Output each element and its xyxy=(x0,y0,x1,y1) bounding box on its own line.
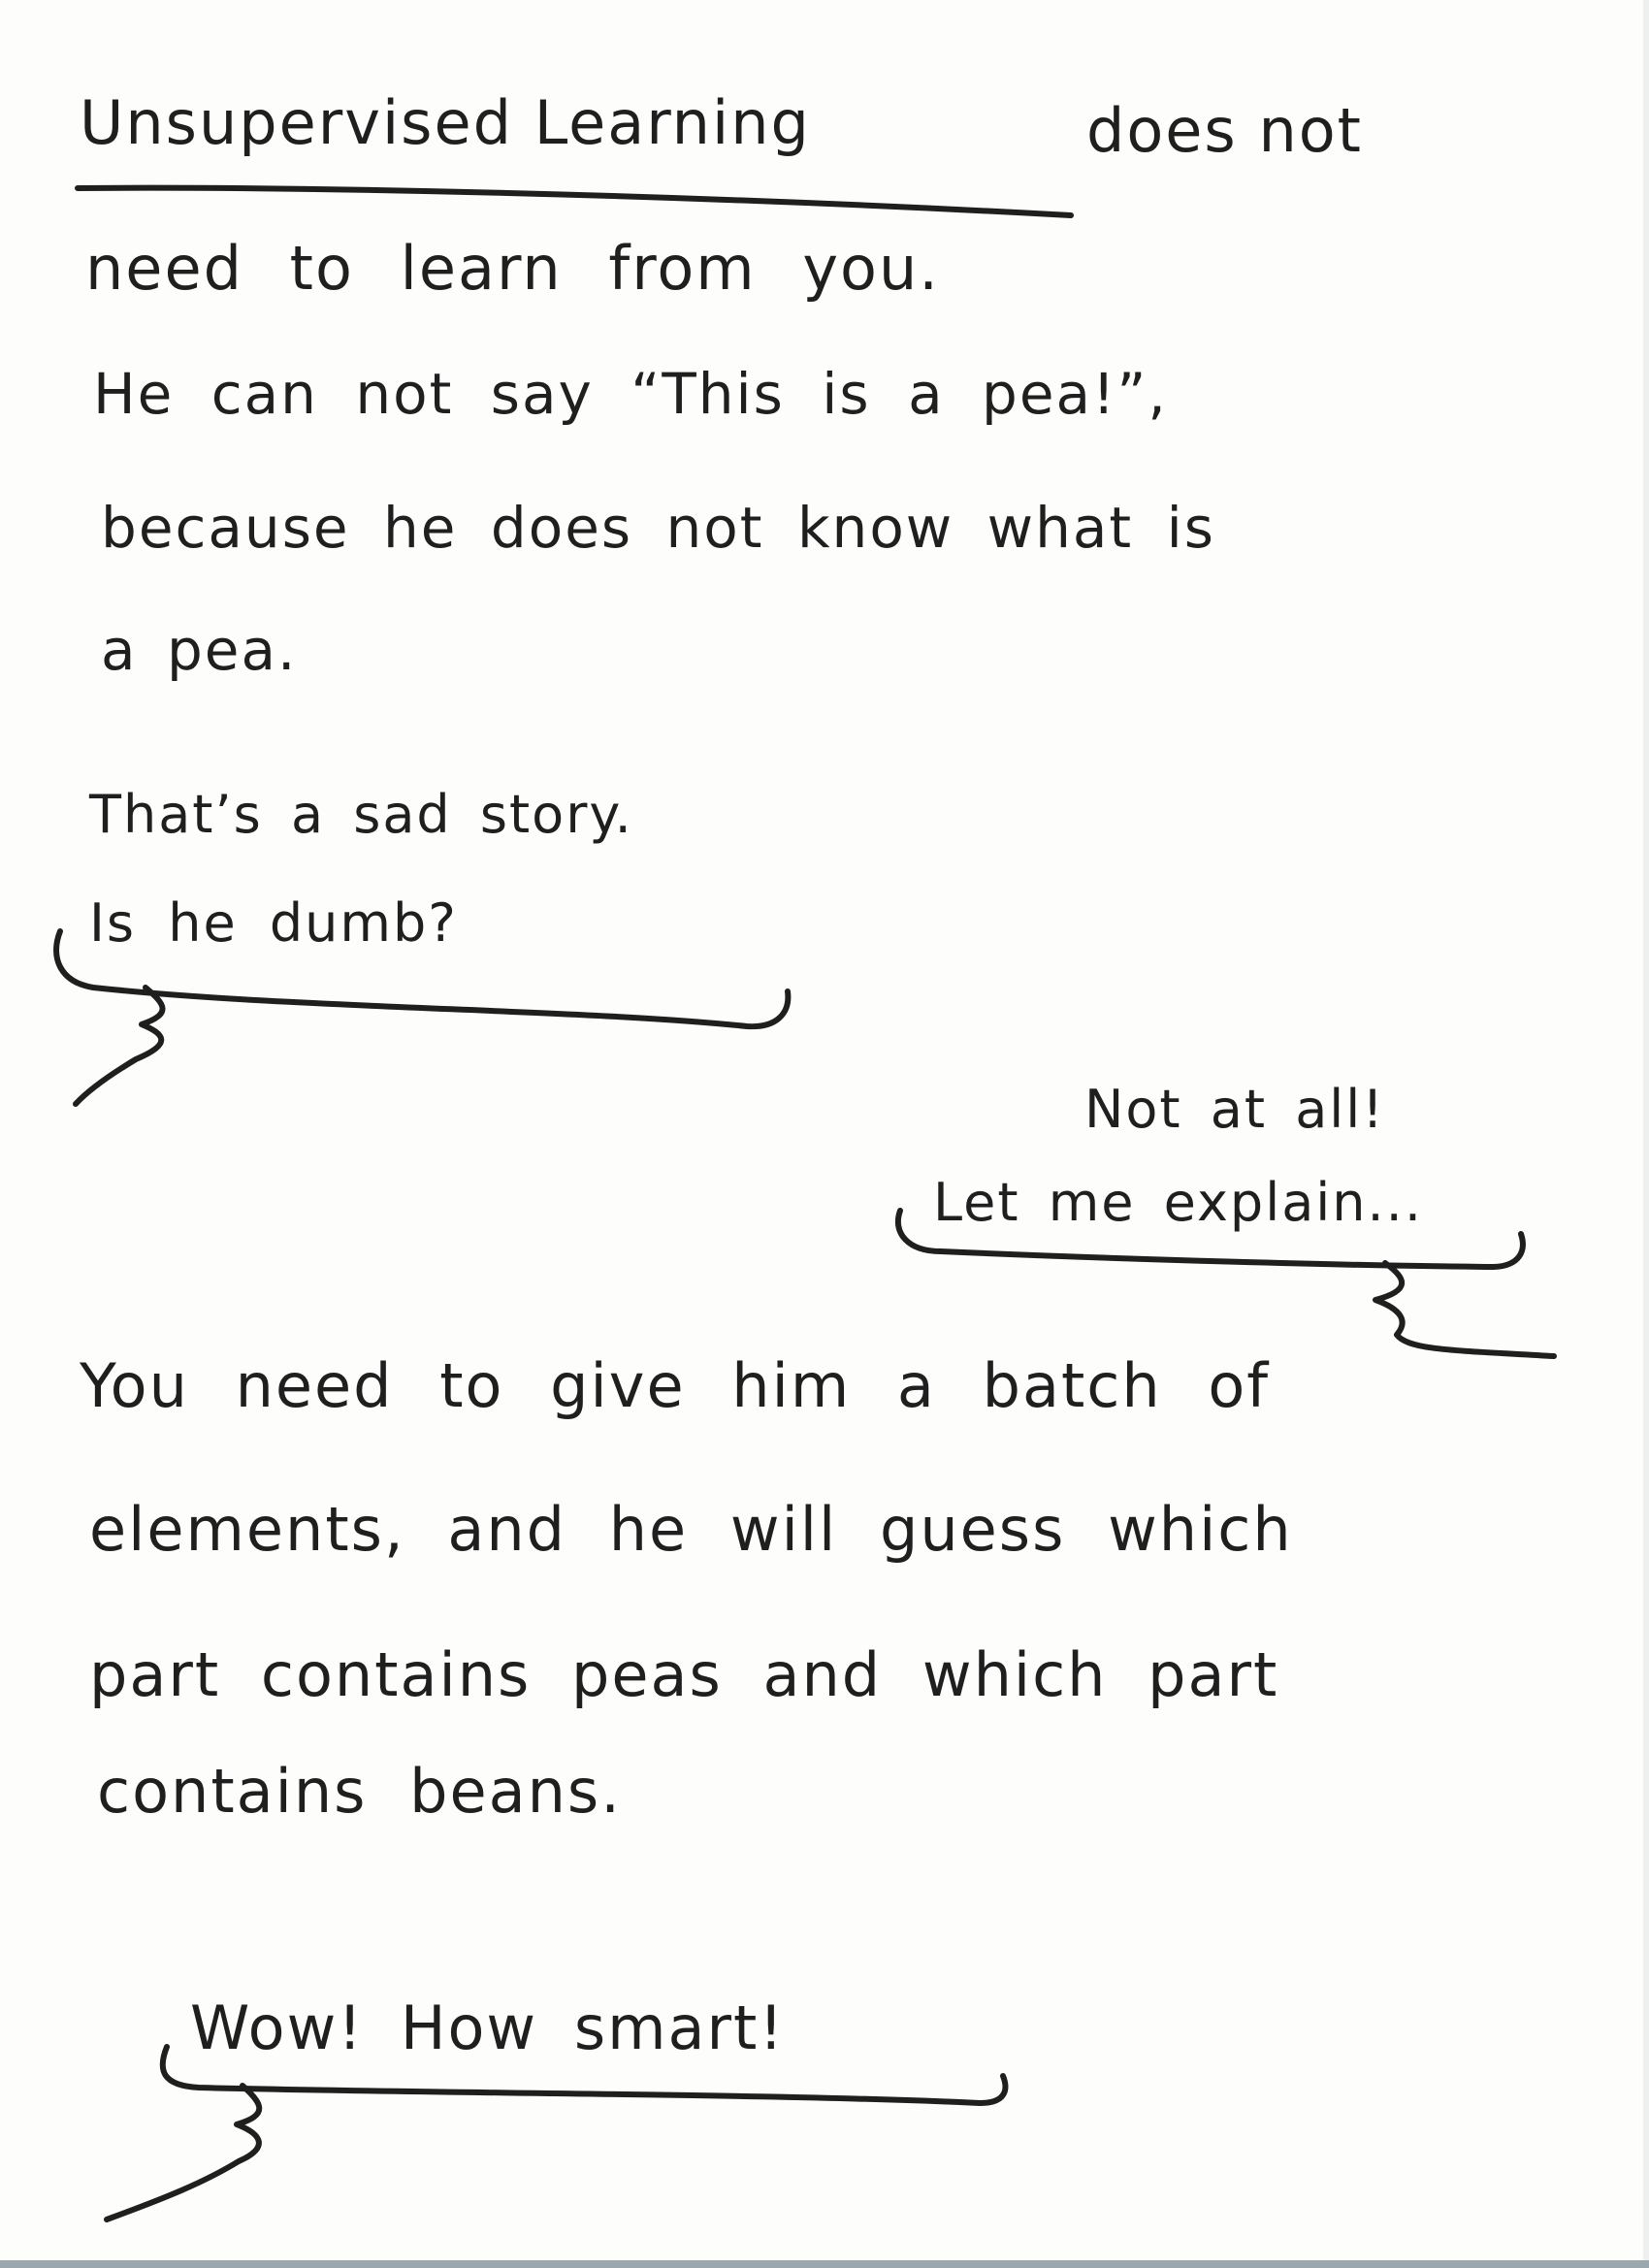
intro-line-4: because he does not know what is xyxy=(101,495,1215,561)
intro-line-1-rest: does not xyxy=(1086,95,1363,166)
bubble-2-tail xyxy=(1373,1260,1557,1359)
bubble-1-line-2: Is he dumb? xyxy=(89,892,458,954)
explanation-line-4: contains beans. xyxy=(97,1756,622,1827)
bubble-2-line-1: Not at all! xyxy=(1084,1079,1385,1140)
intro-line-3: He can not say “This is a pea!”, xyxy=(93,361,1168,427)
intro-line-5: a pea. xyxy=(101,617,298,683)
bubble-1-tail xyxy=(73,985,166,1107)
explanation-line-1: You need to give him a batch of xyxy=(80,1350,1271,1421)
intro-title: Unsupervised Learning xyxy=(80,87,811,158)
explanation-line-2: elements, and he will guess which xyxy=(89,1494,1293,1565)
bubble-3-tail xyxy=(104,2083,263,2222)
handwritten-page: Unsupervised Learning does not need to l… xyxy=(0,0,1649,2268)
explanation-line-3: part contains peas and which part xyxy=(89,1639,1279,1710)
bubble-1-line-1: That’s a sad story. xyxy=(89,784,633,845)
bubble-2-line-2: Let me explain... xyxy=(933,1172,1424,1233)
ink-strokes xyxy=(53,184,1557,2222)
title-underline xyxy=(75,184,1074,218)
intro-line-2: need to learn from you. xyxy=(85,233,940,304)
scan-bottom-edge xyxy=(0,2260,1649,2268)
scan-right-edge xyxy=(1643,0,1649,2268)
bubble-3-line-1: Wow! How smart! xyxy=(190,1993,786,2063)
